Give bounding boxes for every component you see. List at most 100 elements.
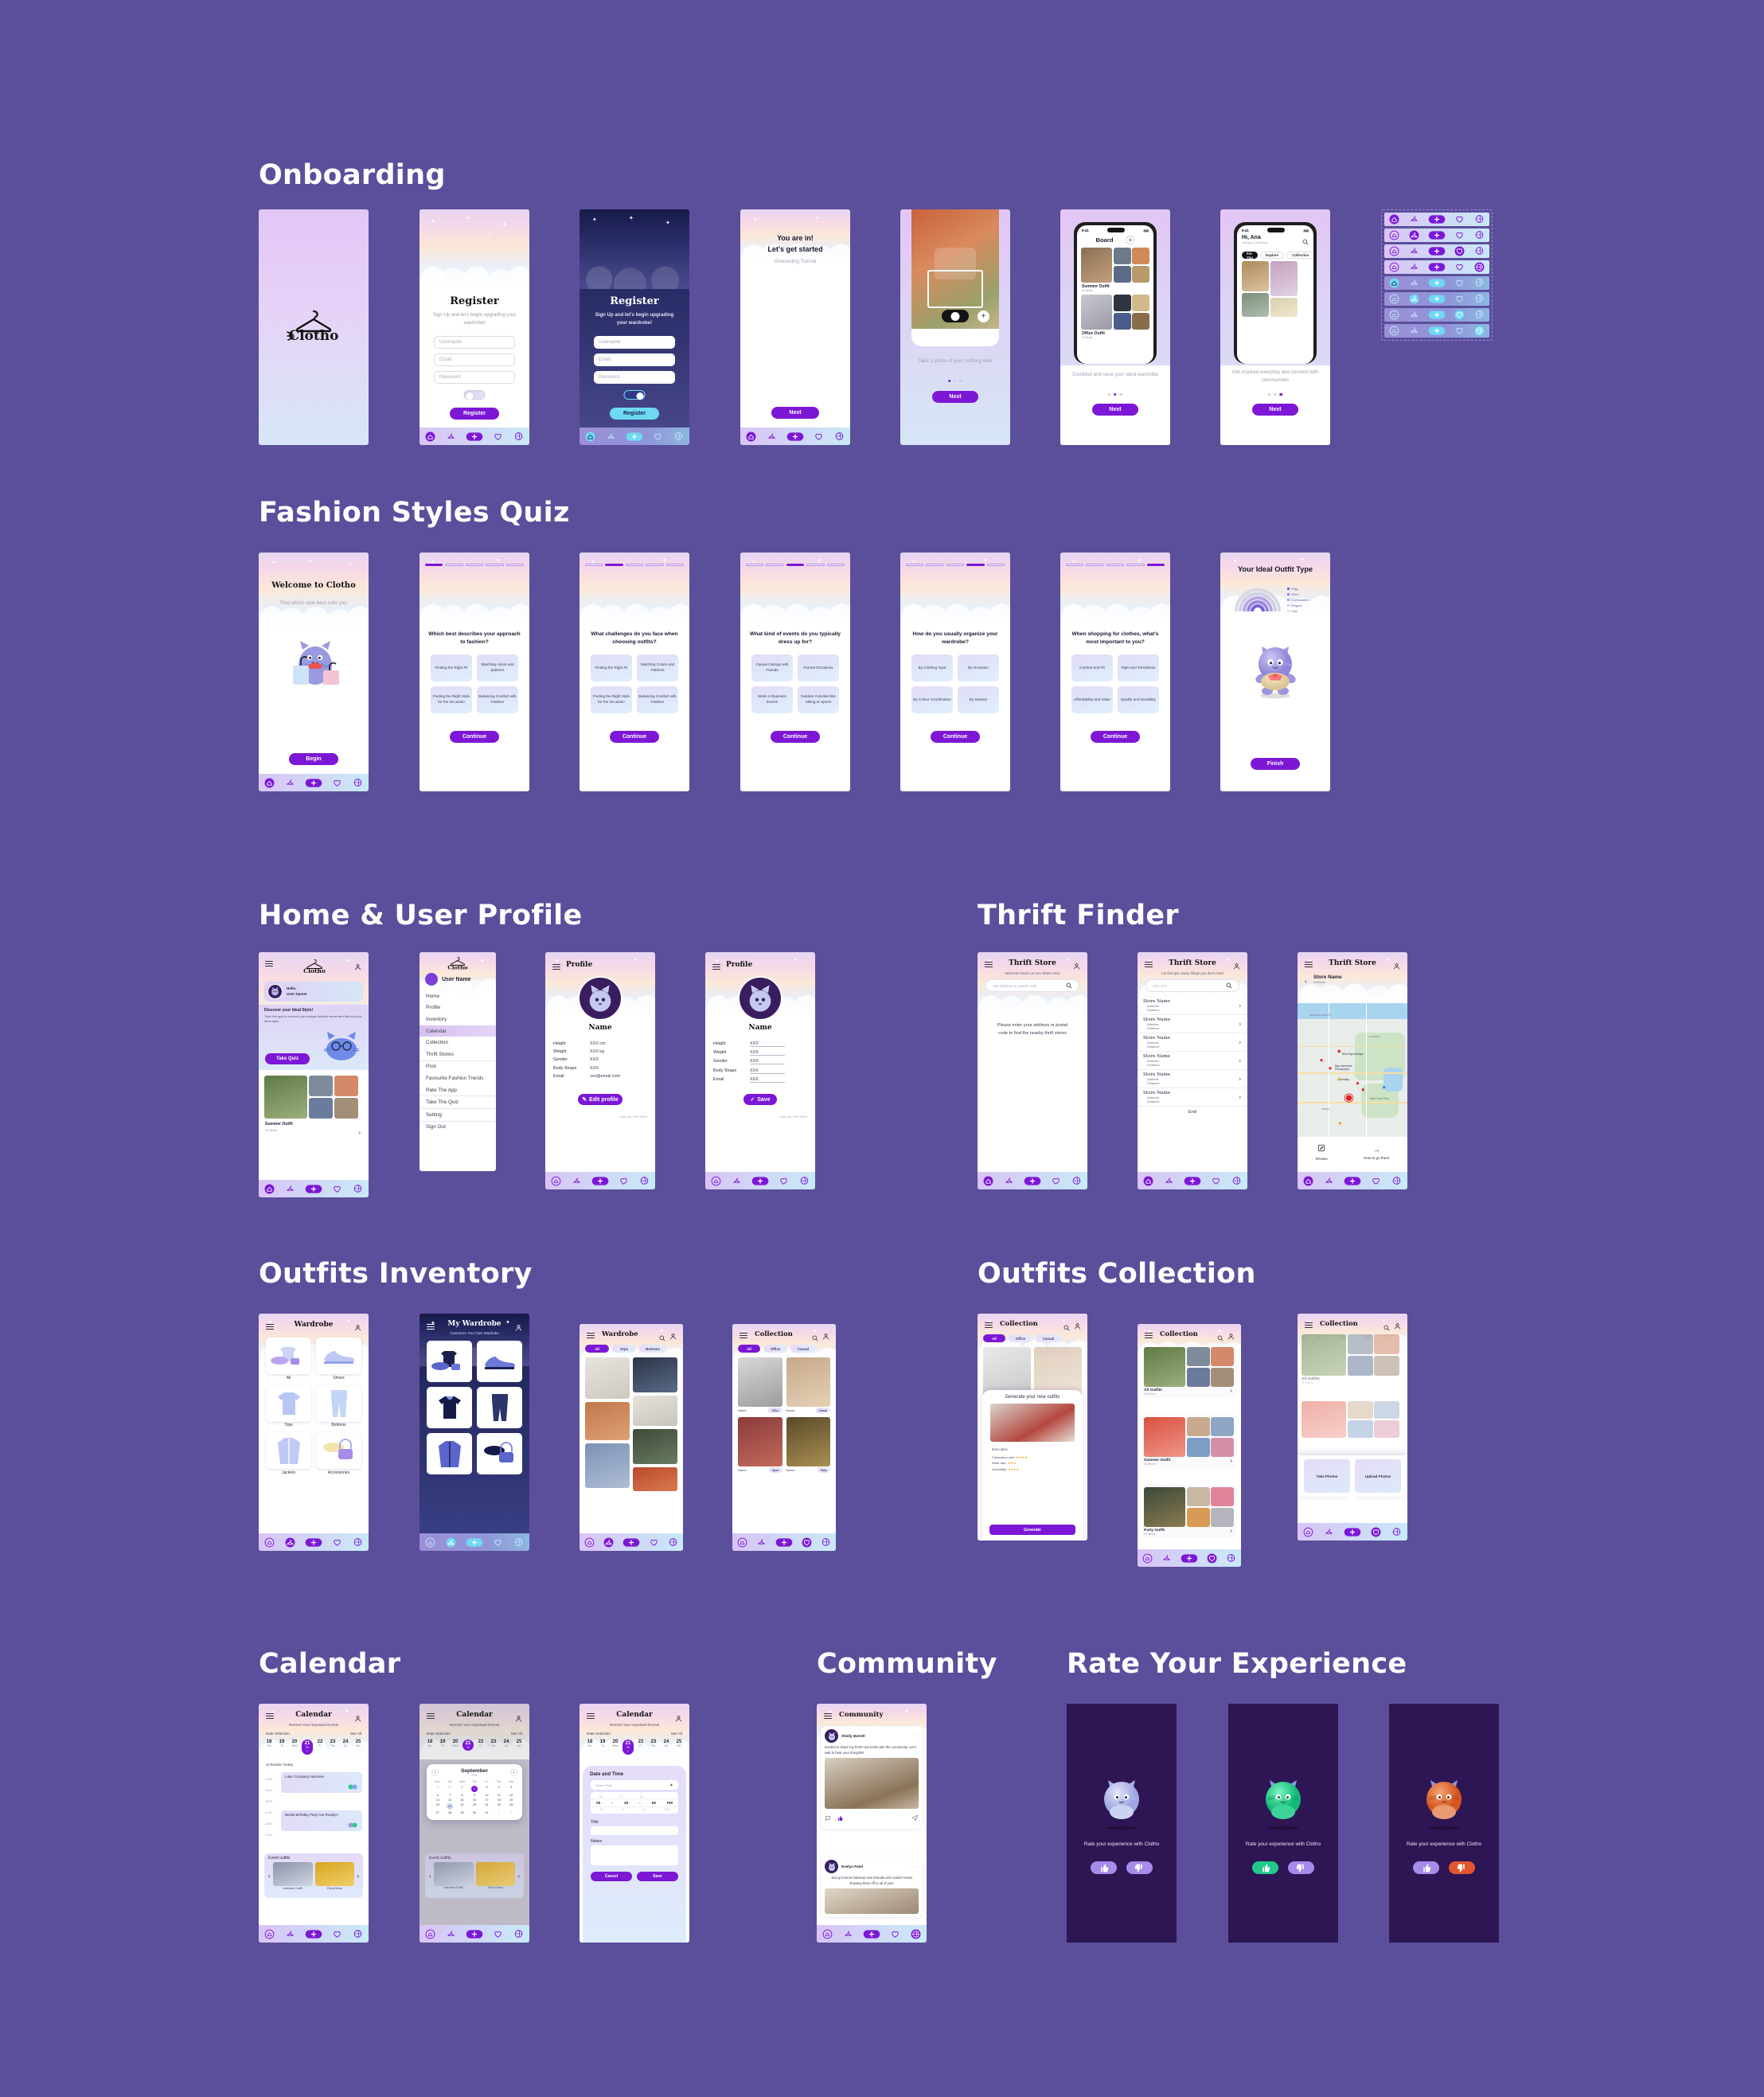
- home-icon[interactable]: [584, 432, 596, 442]
- email-input[interactable]: Email: [434, 353, 515, 366]
- filter-tab-all[interactable]: All: [738, 1345, 760, 1353]
- heart-icon[interactable]: [813, 432, 825, 442]
- heart-icon[interactable]: [331, 1184, 343, 1194]
- thumbs-down-button-active[interactable]: [1449, 1861, 1475, 1874]
- hanger-icon[interactable]: [571, 1176, 583, 1186]
- menu-item-collection[interactable]: Collection: [420, 1037, 496, 1048]
- post-image[interactable]: [825, 1888, 919, 1914]
- notes-input[interactable]: [591, 1845, 678, 1865]
- screen-register-light[interactable]: ✦ ✦ ✦ ✦ Register Sign Up and let's begin…: [420, 209, 529, 445]
- thumbs-up-button-active[interactable]: [1252, 1861, 1278, 1874]
- take-qui z-button[interactable]: Take Quiz: [265, 1053, 310, 1064]
- hanger-icon[interactable]: [1163, 1176, 1175, 1186]
- heart-icon[interactable]: [331, 1929, 343, 1939]
- password-input[interactable]: Password: [434, 371, 515, 384]
- bottom-nav[interactable]: [817, 1925, 927, 1943]
- community-icon[interactable]: [1391, 1176, 1403, 1186]
- add-icon[interactable]: [1184, 1176, 1201, 1186]
- quiz-option[interactable]: Formal Occasions: [798, 654, 839, 681]
- home-icon[interactable]: [263, 1929, 275, 1939]
- screen-home[interactable]: ✦✦ Clotho Hello, User Name! Discover you…: [259, 952, 369, 1197]
- add-icon[interactable]: [591, 1176, 609, 1186]
- community-icon[interactable]: [638, 1176, 650, 1186]
- home-icon[interactable]: [1388, 310, 1400, 320]
- menu-item-profile[interactable]: Profile: [420, 1002, 496, 1014]
- wardrobe-tile-shoes[interactable]: [477, 1341, 522, 1382]
- quiz-option[interactable]: Affordability and Value: [1071, 686, 1113, 713]
- generate-button[interactable]: Generate: [989, 1525, 1075, 1535]
- community-icon[interactable]: [352, 778, 364, 788]
- map-pin[interactable]: ●: [1320, 1056, 1324, 1064]
- community-icon[interactable]: [352, 1929, 364, 1939]
- community-icon[interactable]: [513, 1537, 525, 1548]
- quiz-option[interactable]: Matching Colors and Patterns: [637, 654, 678, 681]
- screen-quiz-q3[interactable]: ✦ ✦ What kind of events do you typically …: [740, 553, 850, 791]
- share-icon[interactable]: [911, 1811, 919, 1826]
- quiz-option[interactable]: Balancing Comfort with Fashion: [477, 686, 518, 713]
- heart-icon[interactable]: [1210, 1176, 1222, 1186]
- store-row[interactable]: Store Name Address Distance ›: [1138, 1070, 1247, 1088]
- quiz-option[interactable]: Outdoor Activities like Hiking or Sports: [798, 686, 839, 713]
- continue-button[interactable]: Continue: [1091, 731, 1140, 743]
- wardrobe-tile-bottoms[interactable]: [477, 1387, 522, 1428]
- chevron-right-icon[interactable]: ›: [1239, 1076, 1241, 1083]
- community-icon[interactable]: [352, 1184, 364, 1194]
- profile-icon[interactable]: [822, 1330, 829, 1345]
- bottom-nav[interactable]: [580, 1533, 683, 1551]
- store-row[interactable]: Store Name Address Distance ›: [1138, 1015, 1247, 1033]
- home-icon[interactable]: [822, 1929, 833, 1939]
- store-row[interactable]: Store Name Address Distance ›: [1138, 1052, 1247, 1070]
- home-icon[interactable]: [263, 1537, 275, 1548]
- menu-item-calendar[interactable]: Calendar: [420, 1025, 496, 1037]
- home-icon[interactable]: [710, 1176, 722, 1186]
- month-picker[interactable]: ‹ September 2021 › Mon Tue Wed Thu Fri Sat Su…: [427, 1764, 522, 1820]
- hanger-icon[interactable]: [842, 1929, 854, 1939]
- screen-thrift-map[interactable]: ✦✦ Thrift Store ‹ Store Name Address BUR…: [1298, 952, 1407, 1189]
- screen-profile-view[interactable]: ✦ ✦ Profile Name Height XXX cm Weight XXX k…: [545, 952, 655, 1189]
- hanger-icon[interactable]: [1408, 310, 1420, 320]
- heart-icon[interactable]: [1454, 246, 1465, 256]
- hanger-icon[interactable]: [1408, 230, 1420, 240]
- chevron-right-icon[interactable]: ›: [1239, 1002, 1241, 1009]
- bottom-nav[interactable]: [978, 1172, 1087, 1189]
- screen-quiz-q5[interactable]: ✦ ✦ When shopping for clothes, what's mos…: [1060, 553, 1170, 791]
- time-wheel[interactable]: 06 27 54 06:28:55 PM 06 27 54 AM: [591, 1792, 678, 1814]
- field-input[interactable]: XXX: [750, 1041, 785, 1047]
- map-view[interactable]: BURNABY HEIGHTS LOCHDALE Tesla Superchar…: [1298, 1003, 1407, 1137]
- heart-icon[interactable]: [1454, 294, 1465, 304]
- community-icon[interactable]: [1071, 1176, 1083, 1186]
- bottom-nav-dark[interactable]: [580, 428, 689, 445]
- next-button[interactable]: Next: [932, 391, 978, 403]
- outfit-card[interactable]: Name Office: [738, 1357, 782, 1413]
- prev-month-icon[interactable]: ‹: [431, 1769, 439, 1776]
- store-row[interactable]: Store Name Address Distance ›: [1138, 997, 1247, 1015]
- category-accessories[interactable]: Accessories: [316, 1432, 361, 1475]
- screen-register-dark[interactable]: ✦ ✦ ✦ Register Sign Up and let's begin u…: [580, 209, 689, 445]
- outfit-card[interactable]: Name Party: [786, 1417, 830, 1473]
- heart-icon[interactable]: [1370, 1176, 1382, 1186]
- profile-icon[interactable]: [354, 1322, 361, 1336]
- add-icon[interactable]: [466, 1537, 483, 1548]
- heart-icon[interactable]: [1454, 326, 1465, 336]
- nav-state-heart-dark[interactable]: [1384, 308, 1489, 322]
- map-pin[interactable]: ●: [1361, 1086, 1365, 1093]
- theme-toggle-dark[interactable]: [623, 390, 646, 400]
- register-button-dark[interactable]: Register: [610, 408, 659, 420]
- board-card[interactable]: Summer Outfit 20 items ›: [1142, 1415, 1237, 1468]
- filter-tab-casual[interactable]: Casual: [1036, 1334, 1061, 1342]
- day-cell[interactable]: 24 Su: [340, 1740, 351, 1755]
- wardrobe-tile-tops[interactable]: [427, 1387, 472, 1428]
- home-icon[interactable]: [1142, 1553, 1153, 1564]
- menu-icon[interactable]: [552, 964, 560, 970]
- screen-wardrobe-categories[interactable]: ✦ ✦ Wardrobe All Shoes Tops Bottoms Jacke…: [259, 1314, 369, 1551]
- hanger-icon[interactable]: [445, 1929, 457, 1939]
- password-input-dark[interactable]: Password: [594, 371, 675, 384]
- heart-icon[interactable]: [1454, 278, 1465, 288]
- day-cell[interactable]: 18 Mo: [263, 1740, 275, 1755]
- nav-state-heart-light[interactable]: [1384, 244, 1489, 258]
- tab-explore[interactable]: Explore: [1259, 252, 1285, 259]
- hanger-icon[interactable]: [284, 1929, 296, 1939]
- promo-card[interactable]: Discover your Ideal Style! Take this qui…: [259, 1005, 369, 1070]
- quiz-option[interactable]: Matching colors and patterns: [477, 654, 518, 681]
- board-preview[interactable]: [264, 1076, 358, 1119]
